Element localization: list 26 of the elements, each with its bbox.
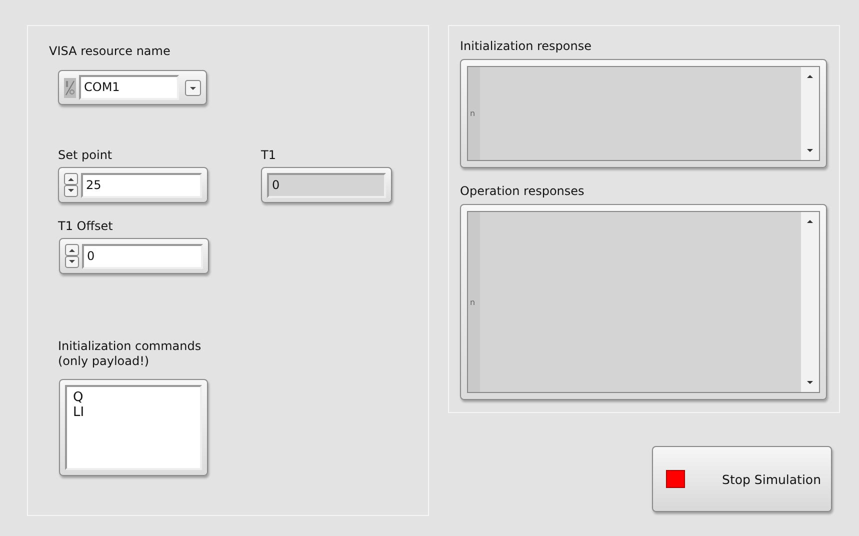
init-commands-label: Initialization commands (only payload!) xyxy=(58,339,202,369)
scrollbar[interactable] xyxy=(801,211,820,393)
visa-label: VISA resource name xyxy=(49,44,170,59)
set-point-control[interactable]: 25 xyxy=(58,167,208,203)
t1-offset-label: T1 Offset xyxy=(58,219,113,234)
t1-offset-field[interactable]: 0 xyxy=(82,244,203,268)
t1-offset-control[interactable]: 0 xyxy=(59,238,209,274)
dropdown-icon[interactable] xyxy=(185,80,201,96)
set-point-label: Set point xyxy=(58,148,114,163)
visa-resource-control[interactable]: COM1 xyxy=(58,70,207,105)
operation-responses-label: Operation responses xyxy=(460,184,586,199)
stop-simulation-button[interactable]: Stop Simulation xyxy=(652,446,832,512)
spinner-icon[interactable] xyxy=(64,173,78,197)
stop-square-icon xyxy=(666,470,685,488)
index-marker: n xyxy=(469,109,476,118)
init-response-label: Initialization response xyxy=(460,39,592,54)
io-icon xyxy=(64,78,76,98)
t1-value: 0 xyxy=(267,172,386,198)
index-marker: n xyxy=(469,298,476,306)
visa-field: COM1 xyxy=(79,75,179,100)
spinner-icon[interactable] xyxy=(65,244,79,268)
init-commands-field[interactable]: Q LI xyxy=(65,385,202,470)
init-commands-control[interactable]: Q LI xyxy=(59,379,208,476)
t1-label: T1 xyxy=(261,148,277,163)
set-point-field[interactable]: 25 xyxy=(81,172,202,198)
scrollbar[interactable] xyxy=(801,66,820,161)
